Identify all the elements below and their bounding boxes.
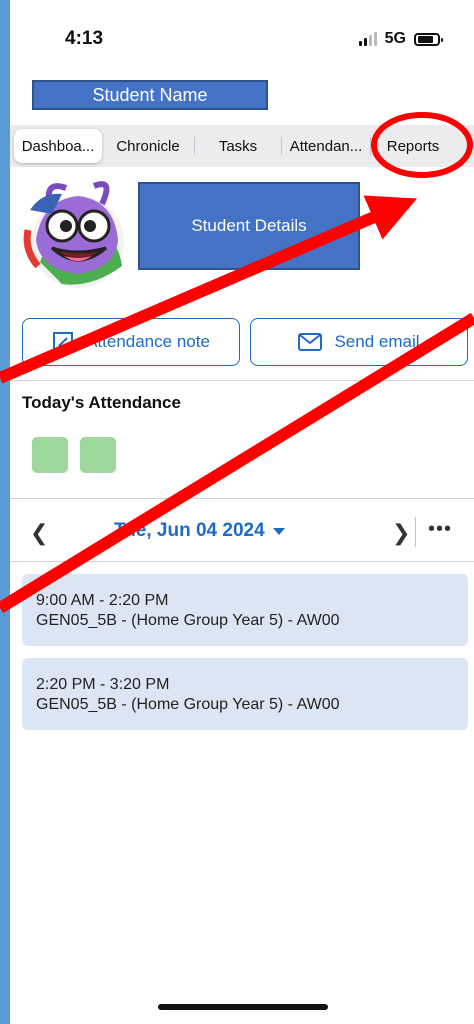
schedule-time: 2:20 PM - 3:20 PM (36, 676, 170, 693)
nav-separator (415, 517, 416, 547)
cartoon-avatar-icon (23, 181, 124, 288)
signal-icon (358, 32, 377, 46)
tab-bar: Dashboa... Chronicle Tasks Attendan... R… (10, 125, 474, 167)
note-edit-icon (53, 332, 74, 352)
schedule-time: 9:00 AM - 2:20 PM (36, 592, 169, 609)
schedule-card[interactable]: 2:20 PM - 3:20 PM GEN05_5B - (Home Group… (22, 658, 468, 730)
send-email-label: Send email (334, 332, 420, 351)
attendance-note-label: Attendance note (86, 332, 210, 351)
todays-attendance-title: Today's Attendance (22, 393, 181, 412)
attendance-note-button[interactable]: Attendance note (22, 318, 240, 366)
date-label: Tue, Jun 04 2024 (114, 520, 265, 541)
network-type: 5G (384, 30, 406, 47)
chevron-left-icon[interactable]: ❮ (30, 520, 48, 546)
status-indicators: 5G (358, 30, 443, 48)
tab-dashboard[interactable]: Dashboa... (14, 129, 102, 163)
attendance-period-present (80, 437, 116, 473)
schedule-class: GEN05_5B - (Home Group Year 5) - AW00 (36, 696, 340, 713)
schedule-card[interactable]: 9:00 AM - 2:20 PM GEN05_5B - (Home Group… (22, 574, 468, 646)
more-options-icon[interactable]: ••• (428, 518, 452, 541)
divider (10, 380, 474, 381)
home-indicator (158, 1004, 328, 1010)
battery-icon (414, 32, 443, 46)
chevron-right-icon[interactable]: ❯ (392, 520, 410, 546)
tab-tasks[interactable]: Tasks (195, 129, 281, 163)
divider (10, 561, 474, 562)
tab-reports[interactable]: Reports (371, 129, 455, 163)
caret-down-icon (272, 527, 285, 535)
date-picker[interactable]: Tue, Jun 04 2024 (114, 520, 285, 542)
avatar (22, 170, 130, 288)
status-time: 4:13 (65, 28, 104, 49)
student-name-label: Student Name (32, 80, 268, 110)
tab-attendance[interactable]: Attendan... (282, 129, 370, 163)
tab-chronicle[interactable]: Chronicle (102, 129, 194, 163)
attendance-period-present (32, 437, 68, 473)
schedule-class: GEN05_5B - (Home Group Year 5) - AW00 (36, 612, 340, 629)
divider (10, 498, 474, 499)
student-details-box: Student Details (138, 182, 360, 270)
phone-screen: 4:13 5G Student Name Dashboa... Chronicl… (10, 0, 474, 1024)
mail-icon (298, 333, 323, 351)
send-email-button[interactable]: Send email (250, 318, 468, 366)
